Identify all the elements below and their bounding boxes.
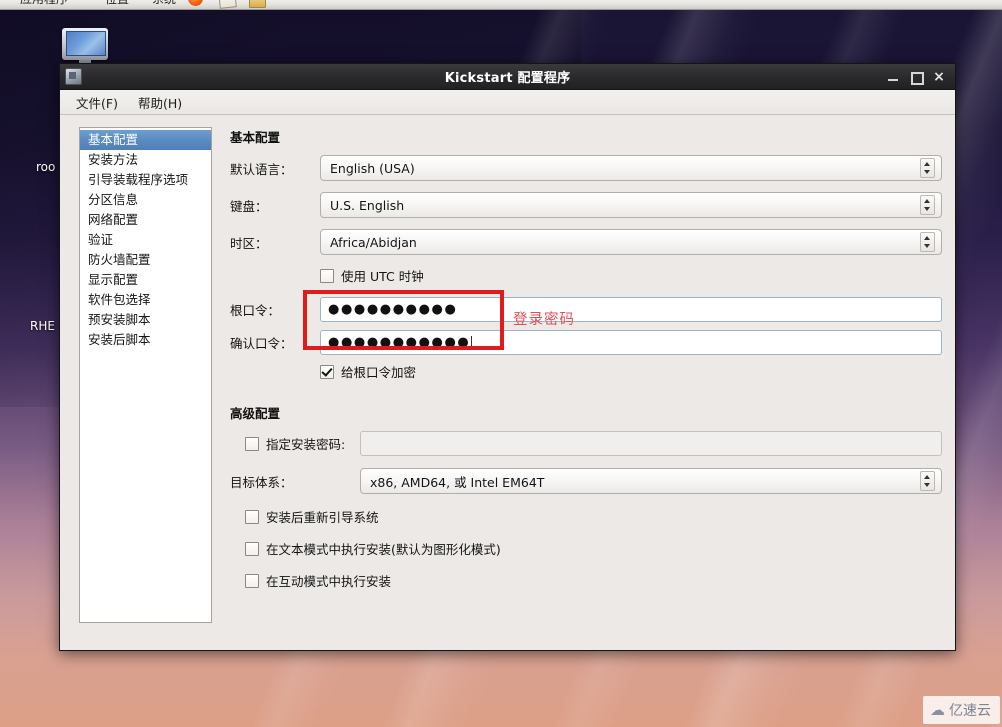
chevron-updown-icon[interactable] [920,232,935,252]
sidebar-item-display[interactable]: 显示配置 [80,270,211,290]
utc-checkbox[interactable] [320,268,334,283]
config-panel: 基本配置 默认语言： English (USA) 键盘： U.S. Englis… [230,127,942,637]
window-menubar: 文件(F) 帮助(H) [60,90,955,115]
screen: 应用程序 位置 系统 roo RHE Kickstart 配置程序 × 文件(F… [0,0,1002,727]
textmode-checkbox[interactable] [245,541,259,556]
root-password-label: 根口令： [230,303,281,318]
minimize-icon[interactable] [887,71,899,83]
window-titlebar[interactable]: Kickstart 配置程序 × [60,64,955,90]
watermark-text: 亿速云 [949,703,991,719]
desktop-label-root: roo [36,160,56,174]
confirm-password-value: ●●●●●●●●●●● [328,335,471,350]
root-password-input[interactable]: ●●●●●●●●●● [320,297,942,322]
reboot-checkbox-row[interactable]: 安装后重新引导系统 [245,507,942,526]
reboot-label: 安装后重新引导系统 [266,510,379,525]
kickstart-window: Kickstart 配置程序 × 文件(F) 帮助(H) 基本配置 安装方法 引… [59,63,956,651]
sidebar-item-partition[interactable]: 分区信息 [80,190,211,210]
utc-row: 使用 UTC 时钟 [230,266,942,285]
keyboard-row: 键盘： U.S. English [230,192,942,218]
arch-select[interactable]: x86, AMD64, 或 Intel EM64T [360,468,942,494]
desktop-computer-icon[interactable] [62,28,108,66]
install-key-label: 指定安装密码: [266,437,346,452]
monitor-icon [62,28,108,60]
interactive-checkbox[interactable] [245,573,259,588]
arch-label: 目标体系： [230,474,293,490]
desktop-top-panel[interactable]: 应用程序 位置 系统 [0,0,1002,10]
timezone-row: 时区： Africa/Abidjan [230,229,942,255]
root-password-value: ●●●●●●●●●● [328,302,458,317]
install-key-checkbox[interactable] [245,436,259,451]
sidebar-item-network[interactable]: 网络配置 [80,210,211,230]
folder-icon[interactable] [249,0,266,8]
sidebar-item-package-selection[interactable]: 软件包选择 [80,290,211,310]
firefox-icon[interactable] [188,0,203,6]
chevron-updown-icon[interactable] [920,471,935,491]
sidebar-item-bootloader[interactable]: 引导装载程序选项 [80,170,211,190]
panel-menu-system[interactable]: 系统 [152,0,176,7]
maximize-icon[interactable] [910,71,924,85]
window-title: Kickstart 配置程序 [444,71,571,86]
chevron-updown-icon[interactable] [920,195,935,215]
confirm-password-row: 确认口令： ●●●●●●●●●●● [230,330,942,355]
timezone-value: Africa/Abidjan [330,234,417,250]
sidebar-item-authentication[interactable]: 验证 [80,230,211,250]
watermark: ☁ 亿速云 [923,696,1000,724]
encrypt-label: 给根口令加密 [341,365,417,380]
sidebar-item-firewall[interactable]: 防火墙配置 [80,250,211,270]
mail-icon[interactable] [218,0,237,9]
panel-menu-places[interactable]: 位置 [105,0,129,7]
interactive-label: 在互动模式中执行安装 [266,574,392,589]
install-key-checkbox-row[interactable]: 指定安装密码: [230,434,360,453]
desktop-label-rhel: RHE [30,319,55,333]
sidebar-item-pre-script[interactable]: 预安装脚本 [80,310,211,330]
confirm-password-input[interactable]: ●●●●●●●●●●● [320,330,942,355]
utc-checkbox-row[interactable]: 使用 UTC 时钟 [320,266,424,285]
utc-label: 使用 UTC 时钟 [341,269,424,284]
menu-file[interactable]: 文件(F) [68,91,126,114]
root-password-row: 根口令： ●●●●●●●●●● [230,297,942,322]
sidebar-item-post-script[interactable]: 安装后脚本 [80,330,211,350]
language-value: English (USA) [330,160,415,176]
window-controls: × [887,70,955,85]
password-annotation-label: 登录密码 [513,312,575,328]
advanced-config-heading: 高级配置 [230,406,281,421]
close-icon[interactable]: × [933,70,945,84]
textmode-checkbox-row[interactable]: 在文本模式中执行安装(默认为图形化模式) [245,539,942,558]
sidebar-item-install-method[interactable]: 安装方法 [80,150,211,170]
encrypt-row: 给根口令加密 [230,362,942,381]
basic-config-heading: 基本配置 [230,130,281,145]
keyboard-select[interactable]: U.S. English [320,192,942,218]
install-key-input[interactable] [360,431,942,456]
confirm-password-label: 确认口令： [230,336,293,351]
keyboard-label: 键盘： [230,198,268,214]
keyboard-value: U.S. English [330,197,405,213]
chevron-updown-icon[interactable] [920,158,935,178]
monitor-screen [66,31,106,56]
cloud-icon: ☁ [930,700,945,719]
config-sidebar[interactable]: 基本配置 安装方法 引导装载程序选项 分区信息 网络配置 验证 防火墙配置 显示… [79,127,212,623]
arch-row: 目标体系： x86, AMD64, 或 Intel EM64T [230,468,942,494]
menu-help[interactable]: 帮助(H) [130,91,190,114]
language-select[interactable]: English (USA) [320,155,942,181]
textmode-label: 在文本模式中执行安装(默认为图形化模式) [266,542,501,557]
panel-menu-applications[interactable]: 应用程序 [20,0,68,7]
encrypt-checkbox-row[interactable]: 给根口令加密 [320,362,416,381]
arch-value: x86, AMD64, 或 Intel EM64T [370,474,545,490]
timezone-select[interactable]: Africa/Abidjan [320,229,942,255]
interactive-checkbox-row[interactable]: 在互动模式中执行安装 [245,571,942,590]
language-row: 默认语言： English (USA) [230,155,942,181]
timezone-label: 时区： [230,235,268,251]
text-caret [471,335,473,350]
encrypt-checkbox[interactable] [320,364,334,379]
reboot-checkbox[interactable] [245,509,259,524]
window-body: 基本配置 安装方法 引导装载程序选项 分区信息 网络配置 验证 防火墙配置 显示… [60,115,955,650]
install-key-row: 指定安装密码: [230,431,942,456]
sidebar-item-basic[interactable]: 基本配置 [80,130,211,150]
language-label: 默认语言： [230,161,293,177]
